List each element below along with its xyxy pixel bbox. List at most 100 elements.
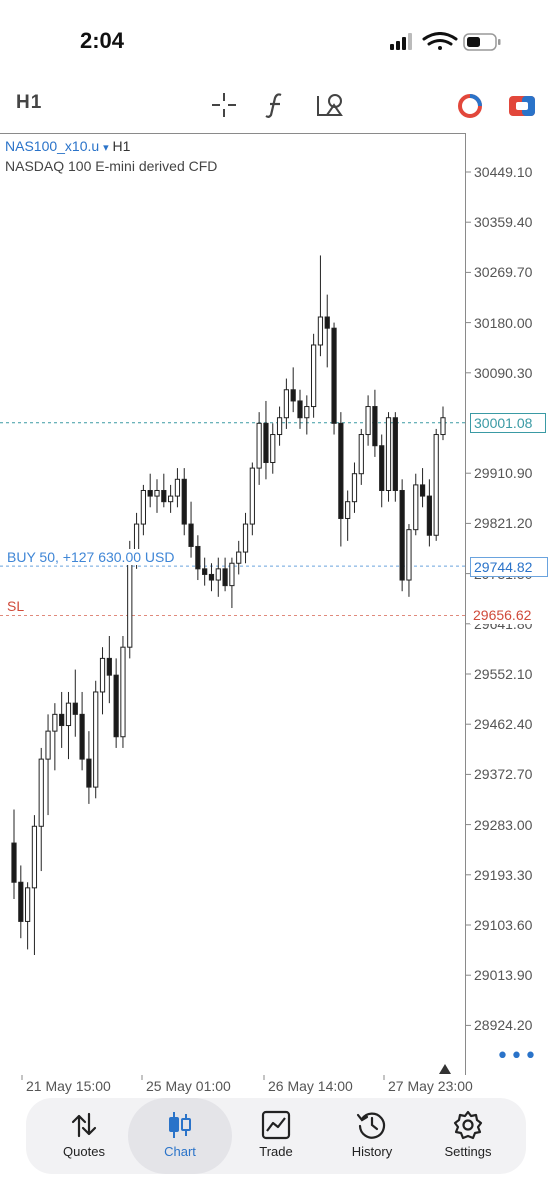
candle-body xyxy=(38,758,44,827)
candle-body xyxy=(229,562,235,587)
candle-body xyxy=(385,417,392,491)
trade-mode-icon[interactable] xyxy=(456,92,484,120)
candle-body xyxy=(127,551,133,648)
candle xyxy=(392,412,398,502)
nav-trade[interactable]: Trade xyxy=(226,1098,326,1174)
candle-body xyxy=(11,842,17,883)
candle-body xyxy=(249,467,255,525)
crosshair-icon[interactable] xyxy=(211,92,237,118)
settings-icon xyxy=(453,1110,483,1140)
candle-body xyxy=(52,713,58,732)
candle xyxy=(358,428,364,485)
date-tick: 21 May 15:00 xyxy=(26,1078,111,1094)
price-tick: 29193.30 xyxy=(474,866,533,883)
chart-scroll-marker-icon xyxy=(439,1064,451,1074)
candle xyxy=(331,322,337,435)
candle-body xyxy=(331,327,337,424)
price-tick: 29462.40 xyxy=(474,716,533,733)
price-tick: 29552.10 xyxy=(474,666,533,682)
candle xyxy=(236,540,242,575)
candle xyxy=(324,294,330,368)
cellular-signal-icon xyxy=(390,33,412,50)
candle-body xyxy=(120,646,126,738)
nav-settings[interactable]: Settings xyxy=(418,1098,518,1174)
candle xyxy=(338,412,344,547)
candle xyxy=(351,462,358,513)
candle xyxy=(99,647,106,715)
candle-body xyxy=(113,674,119,738)
candle-body xyxy=(242,523,249,553)
candle xyxy=(59,691,65,748)
candle-body xyxy=(181,478,187,525)
price-tick: 30090.30 xyxy=(474,364,533,381)
one-click-trading-icon[interactable] xyxy=(508,94,536,118)
candle-body xyxy=(65,702,72,727)
candle xyxy=(304,395,310,435)
timeframe-button[interactable]: H1 xyxy=(16,92,42,114)
candle-body xyxy=(345,501,351,519)
candle xyxy=(106,636,112,704)
buy-position-label[interactable]: BUY 50, +127 630.00 USD xyxy=(5,549,177,565)
price-tick: 29013.90 xyxy=(474,967,533,984)
candle-body xyxy=(392,417,398,491)
nav-quotes-label: Quotes xyxy=(63,1144,105,1159)
stop-loss-price-tag: 29656.62 xyxy=(470,606,548,624)
candle xyxy=(168,484,174,513)
price-tick: 30180.00 xyxy=(474,314,533,331)
date-tick: 25 May 01:00 xyxy=(146,1078,231,1094)
candle-body xyxy=(324,316,330,329)
candle-body xyxy=(72,702,78,715)
nav-trade-label: Trade xyxy=(259,1144,293,1159)
objects-icon[interactable] xyxy=(315,92,343,118)
candle xyxy=(365,395,371,446)
candle xyxy=(263,400,269,480)
more-menu-icon[interactable]: ••• xyxy=(496,1044,538,1069)
candle-body xyxy=(25,887,31,922)
candle-body xyxy=(419,484,426,497)
candle xyxy=(419,468,426,508)
candle xyxy=(202,557,208,586)
candle xyxy=(93,680,99,799)
candle-body xyxy=(202,568,208,575)
candle-body xyxy=(168,495,174,503)
candle xyxy=(161,473,167,508)
candle-body xyxy=(147,489,153,497)
quotes-icon xyxy=(71,1112,97,1138)
stop-loss-label[interactable]: SL xyxy=(5,598,27,614)
candle-body xyxy=(433,434,439,536)
candle-body xyxy=(133,523,140,553)
candle-body xyxy=(59,713,65,727)
candle-body xyxy=(290,389,296,402)
candle xyxy=(147,473,153,508)
candle xyxy=(208,563,215,592)
candle xyxy=(379,434,385,508)
candle-body xyxy=(440,417,446,436)
candle-body xyxy=(338,422,344,519)
function-icon[interactable] xyxy=(264,92,288,118)
candle-body xyxy=(283,389,289,419)
price-tick: 30269.70 xyxy=(474,264,533,281)
candle-body xyxy=(379,445,385,491)
candle-body xyxy=(208,573,215,581)
current-price-tag: 30001.08 xyxy=(470,413,546,433)
candle-body xyxy=(188,523,194,547)
candle xyxy=(113,658,119,748)
candle xyxy=(181,468,187,536)
price-tick: 29103.60 xyxy=(474,917,533,933)
candle xyxy=(317,255,324,357)
candle-body xyxy=(276,417,283,436)
nav-settings-label: Settings xyxy=(444,1144,492,1159)
candle-body xyxy=(426,495,432,536)
candle-body xyxy=(222,568,228,587)
candle-body xyxy=(99,657,106,693)
nav-quotes[interactable]: Quotes xyxy=(34,1098,134,1174)
date-tick: 26 May 14:00 xyxy=(268,1078,353,1094)
candle xyxy=(276,406,283,446)
nav-history[interactable]: History xyxy=(322,1098,422,1174)
candle-body xyxy=(399,489,405,581)
candle xyxy=(413,473,419,536)
candle-body xyxy=(256,422,262,469)
nav-chart[interactable]: Chart xyxy=(128,1098,232,1174)
candle xyxy=(195,535,201,581)
price-tick: 28924.20 xyxy=(474,1017,533,1034)
